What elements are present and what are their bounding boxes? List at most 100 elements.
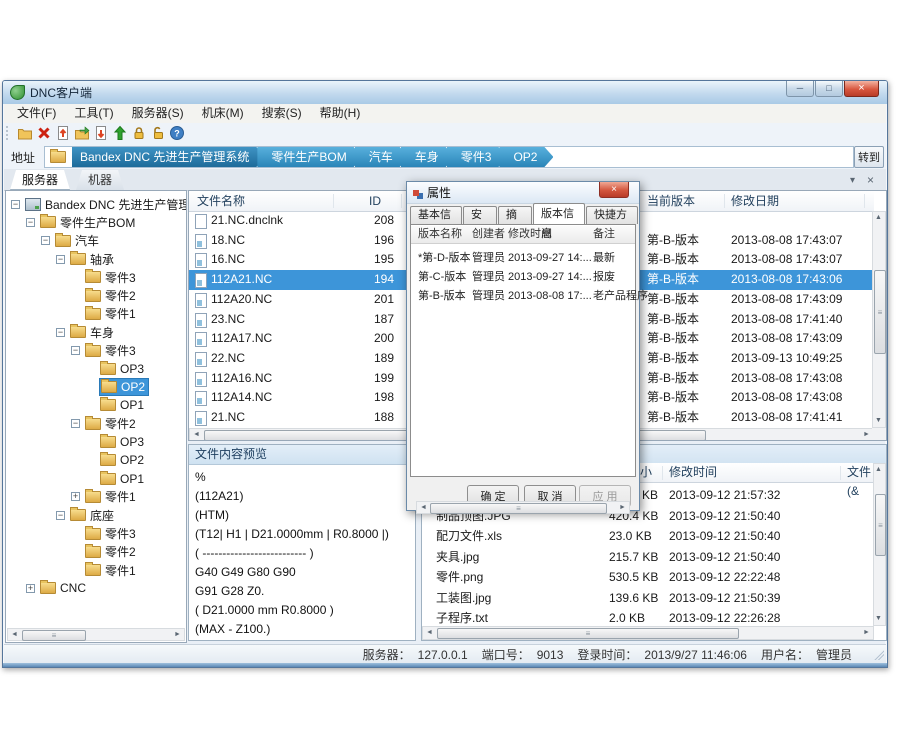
menu-item[interactable]: 搜索(S): [253, 104, 311, 123]
tree-node[interactable]: 零件3: [84, 268, 139, 287]
tree-node[interactable]: 零件2: [84, 286, 139, 305]
tree-item[interactable]: OP2: [6, 378, 186, 396]
breadcrumb-segment[interactable]: 零件3: [447, 147, 508, 167]
tree-node[interactable]: OP1: [99, 397, 147, 413]
expander-icon[interactable]: +: [26, 584, 35, 593]
checkout-file-icon[interactable]: [91, 125, 110, 142]
tree-node[interactable]: OP3: [99, 434, 147, 450]
attachments-vscrollbar[interactable]: ▲▼ ≡: [873, 463, 886, 626]
tree-node[interactable]: 零件生产BOM: [39, 213, 138, 232]
breadcrumb-segment[interactable]: Bandex DNC 先进生产管理系统: [72, 147, 265, 167]
file-list-vscrollbar[interactable]: ▲▼ ≡: [872, 211, 886, 428]
version-row[interactable]: 第-B-版本管理员2013-08-08 17:...老产品程序: [411, 287, 635, 306]
lock-icon[interactable]: [129, 125, 148, 142]
expander-icon[interactable]: +: [71, 492, 80, 501]
tree-item[interactable]: 零件3: [6, 524, 186, 542]
attachment-column-header[interactable]: 修改时间: [669, 463, 717, 482]
title-bar[interactable]: DNC客户端 ─ □ ×: [3, 81, 887, 104]
tree-node[interactable]: OP2: [99, 452, 147, 468]
tree-node[interactable]: 轴承: [69, 250, 117, 269]
tree-item[interactable]: OP1: [6, 396, 186, 414]
help-icon[interactable]: ?: [167, 125, 186, 142]
tree-item[interactable]: OP3: [6, 360, 186, 378]
dialog-tab-安全[interactable]: 安全: [463, 206, 497, 224]
attachment-row[interactable]: 零件.png530.5 KB2013-09-12 22:22:48: [422, 567, 874, 588]
tree-item[interactable]: −零件3: [6, 341, 186, 359]
tree-node[interactable]: 零件1: [84, 487, 139, 506]
attachments-hscrollbar[interactable]: ◄► ≡: [422, 626, 874, 640]
tree-item[interactable]: −零件生产BOM: [6, 213, 186, 231]
tree-item[interactable]: −汽车: [6, 232, 186, 250]
tree-item[interactable]: −轴承: [6, 250, 186, 268]
tree-item[interactable]: 零件1: [6, 561, 186, 579]
attachment-row[interactable]: 工装图.jpg139.6 KB2013-09-12 21:50:39: [422, 588, 874, 609]
maximize-icon[interactable]: □: [815, 81, 843, 97]
version-row[interactable]: *第-D-版本管理员2013-09-27 14:...最新: [411, 249, 635, 268]
tree-node[interactable]: Bandex DNC 先进生产管理系统: [24, 195, 187, 214]
chevron-down-icon[interactable]: ▾: [845, 173, 860, 187]
tree-item[interactable]: 零件2: [6, 286, 186, 304]
expander-icon[interactable]: −: [71, 419, 80, 428]
send-icon[interactable]: [110, 125, 129, 142]
tab-机器[interactable]: 机器: [76, 170, 124, 190]
checkin-file-icon[interactable]: [53, 125, 72, 142]
expander-icon[interactable]: −: [56, 511, 65, 520]
tree-node[interactable]: OP3: [99, 361, 147, 377]
tree-node[interactable]: OP2: [99, 378, 149, 396]
version-column-header[interactable]: 备注: [593, 226, 615, 243]
panel-close-icon[interactable]: ×: [863, 173, 878, 187]
tree-node[interactable]: 车身: [69, 323, 117, 342]
tree-item[interactable]: 零件2: [6, 543, 186, 561]
tab-服务器[interactable]: 服务器: [10, 170, 70, 190]
dialog-tab-基本信息[interactable]: 基本信息: [410, 206, 462, 224]
dialog-hscrollbar[interactable]: ◄► ≡: [416, 501, 630, 514]
file-column-header[interactable]: 当前版本: [647, 191, 695, 211]
breadcrumb-segment[interactable]: 零件生产BOM: [257, 147, 362, 167]
close-icon[interactable]: ×: [844, 81, 879, 97]
tree-item[interactable]: −Bandex DNC 先进生产管理系统: [6, 195, 186, 213]
unlock-icon[interactable]: [148, 125, 167, 142]
version-column-header[interactable]: 版本名称: [418, 226, 462, 243]
tree-node[interactable]: 零件1: [84, 304, 139, 323]
dialog-tab-版本信息[interactable]: 版本信息: [533, 203, 585, 224]
import-folder-icon[interactable]: [72, 125, 91, 142]
dialog-close-icon[interactable]: ×: [599, 182, 629, 198]
version-column-header[interactable]: 创建者: [472, 226, 505, 243]
tree-node[interactable]: 零件2: [84, 414, 139, 433]
menu-item[interactable]: 服务器(S): [123, 104, 193, 123]
tree-node[interactable]: 零件2: [84, 542, 139, 561]
expander-icon[interactable]: −: [11, 200, 20, 209]
breadcrumb-segment[interactable]: 汽车: [355, 147, 409, 167]
tree-hscrollbar[interactable]: ◄► ≡: [7, 628, 185, 641]
tree-node[interactable]: CNC: [39, 580, 89, 596]
file-column-header[interactable]: 修改日期: [731, 191, 779, 211]
tree-item[interactable]: 零件3: [6, 268, 186, 286]
expander-icon[interactable]: −: [56, 255, 65, 264]
expander-icon[interactable]: −: [56, 328, 65, 337]
tree-item[interactable]: −车身: [6, 323, 186, 341]
tree-item[interactable]: + CNC: [6, 579, 186, 597]
menu-item[interactable]: 工具(T): [65, 104, 122, 123]
tree-item[interactable]: OP1: [6, 469, 186, 487]
go-button[interactable]: 转到: [854, 146, 884, 168]
menu-item[interactable]: 文件(F): [8, 104, 65, 123]
tree-item[interactable]: 零件1: [6, 305, 186, 323]
file-column-header[interactable]: 文件名称: [197, 191, 245, 211]
attachment-row[interactable]: 夹具.jpg215.7 KB2013-09-12 21:50:40: [422, 547, 874, 568]
tree-item[interactable]: OP3: [6, 433, 186, 451]
tree-node[interactable]: 底座: [69, 506, 117, 525]
menu-item[interactable]: 机床(M): [193, 104, 253, 123]
version-row[interactable]: 第-C-版本管理员2013-09-27 14:...报废: [411, 268, 635, 287]
tree-node[interactable]: 汽车: [54, 231, 102, 250]
file-column-header[interactable]: ID: [369, 191, 381, 211]
dialog-tab-摘要[interactable]: 摘要: [498, 206, 532, 224]
expander-icon[interactable]: −: [71, 346, 80, 355]
new-folder-icon[interactable]: [15, 125, 34, 142]
toolbar-grip[interactable]: [6, 126, 11, 140]
dialog-title-bar[interactable]: 属性 ×: [407, 182, 639, 204]
resize-grip[interactable]: [873, 649, 884, 660]
attachment-row[interactable]: 配刀文件.xls23.0 KB2013-09-12 21:50:40: [422, 526, 874, 547]
expander-icon[interactable]: −: [41, 236, 50, 245]
tree-item[interactable]: OP2: [6, 451, 186, 469]
breadcrumb-segment[interactable]: OP2: [499, 147, 553, 167]
